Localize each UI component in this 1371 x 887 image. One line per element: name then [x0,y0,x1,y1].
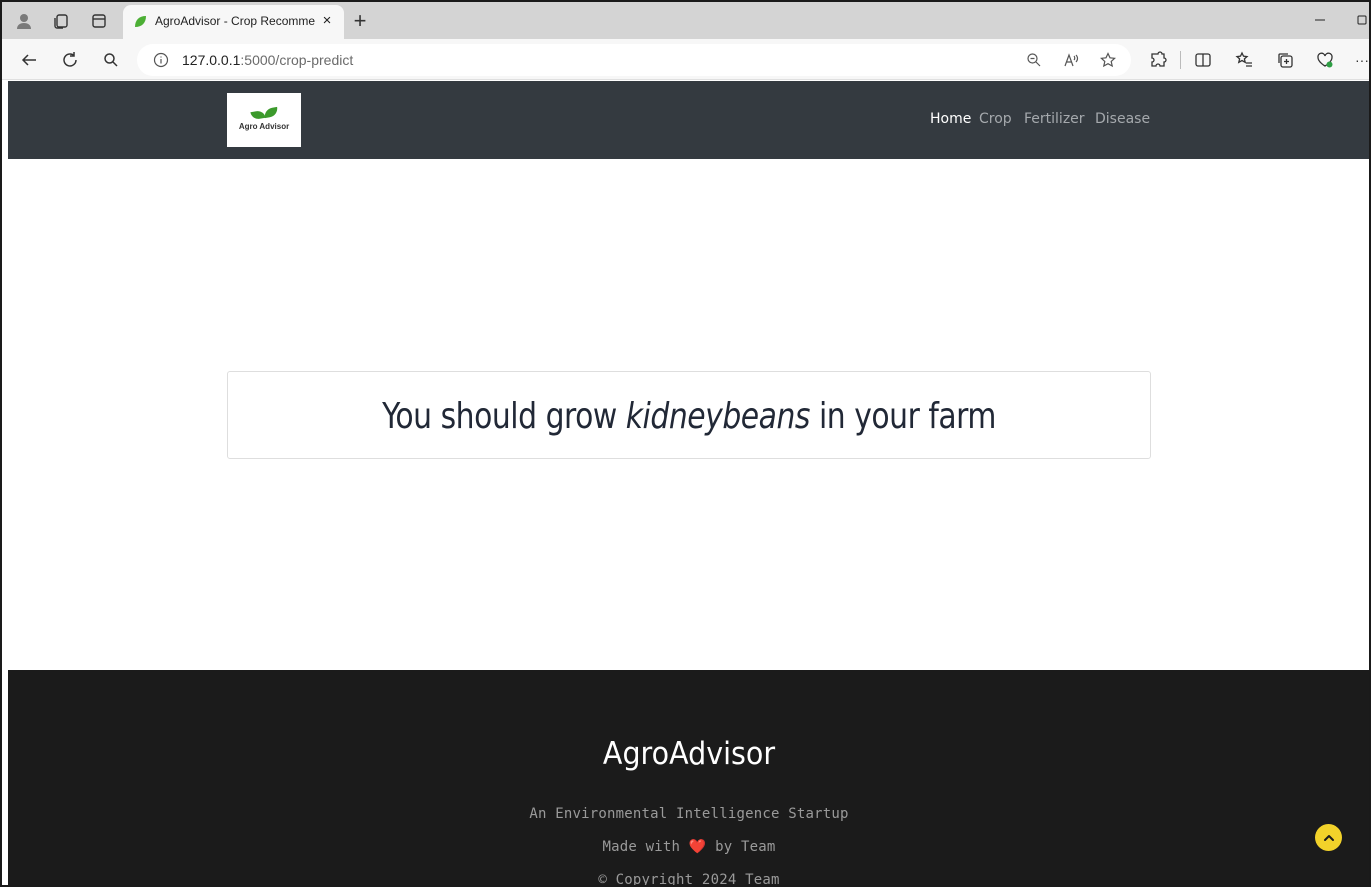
url-host: 127.0.0.1 [182,52,241,68]
tab-strip: AgroAdvisor - Crop Recommendation × + [2,2,1369,39]
browser-toolbar: 127.0.0.1:5000/crop-predict ··· [2,39,1369,80]
back-to-top-button[interactable] [1315,824,1342,851]
split-screen-icon[interactable] [1190,47,1216,73]
result-card: You should grow kidneybeans in your farm [227,371,1151,459]
more-menu-icon[interactable]: ··· [1352,47,1369,73]
refresh-icon[interactable] [57,47,83,73]
workspaces-icon[interactable] [48,8,74,34]
back-arrow-icon[interactable] [16,47,42,73]
browser-essentials-icon[interactable] [1312,47,1338,73]
result-message: You should grow kidneybeans in your farm [265,396,1113,437]
nav-home[interactable]: Home [930,111,971,127]
search-icon[interactable] [98,47,124,73]
browser-window: AgroAdvisor - Crop Recommendation × + 12… [0,0,1371,887]
nav-disease[interactable]: Disease [1095,111,1150,127]
made-with-prefix: Made with [602,839,689,855]
result-prefix: You should grow [382,396,626,437]
restore-button[interactable] [1350,8,1369,32]
footer-title: AgroAdvisor [602,736,776,772]
nav-fertilizer[interactable]: Fertilizer [1024,111,1085,127]
agro-advisor-logo[interactable]: Agro Advisor [227,93,301,147]
footer-copyright: © Copyright 2024 Team [598,872,780,887]
site-navbar: Agro Advisor Home Crop Fertilizer Diseas… [8,81,1369,159]
read-aloud-icon[interactable] [1059,48,1083,72]
footer-tagline: An Environmental Intelligence Startup [529,806,849,822]
heart-icon: ❤️ [688,839,707,855]
minimize-button[interactable] [1308,8,1332,32]
tab-title: AgroAdvisor - Crop Recommendation [155,14,315,28]
zoom-out-icon[interactable] [1022,48,1046,72]
logo-text: Agro Advisor [238,122,290,131]
recommended-crop: kidneybeans [625,396,811,437]
leaf-favicon-icon [133,14,148,29]
favorites-list-icon[interactable] [1231,47,1257,73]
extensions-icon[interactable] [1145,47,1171,73]
url-text[interactable]: 127.0.0.1:5000/crop-predict [182,52,353,68]
footer-made-with: Made with ❤️ by Team [8,839,1369,855]
nav-crop[interactable]: Crop [979,111,1012,127]
url-path: :5000/crop-predict [240,52,354,68]
new-tab-button[interactable]: + [347,8,373,34]
close-tab-icon[interactable]: × [318,11,336,29]
favorite-star-icon[interactable] [1096,48,1120,72]
collections-icon[interactable] [1272,47,1298,73]
logo-leaf-left [250,109,266,121]
toolbar-divider [1180,51,1181,69]
profile-icon[interactable] [11,8,37,34]
active-tab[interactable]: AgroAdvisor - Crop Recommendation × [123,5,344,39]
made-with-suffix: by Team [706,839,776,855]
chevron-up-icon [1323,834,1334,841]
tab-actions-icon[interactable] [86,8,112,34]
site-info-icon[interactable] [149,48,173,72]
logo-leaf-right [263,106,279,119]
site-footer: AgroAdvisor An Environmental Intelligenc… [8,670,1369,887]
address-bar[interactable]: 127.0.0.1:5000/crop-predict [137,44,1131,76]
result-suffix: in your farm [809,396,996,437]
